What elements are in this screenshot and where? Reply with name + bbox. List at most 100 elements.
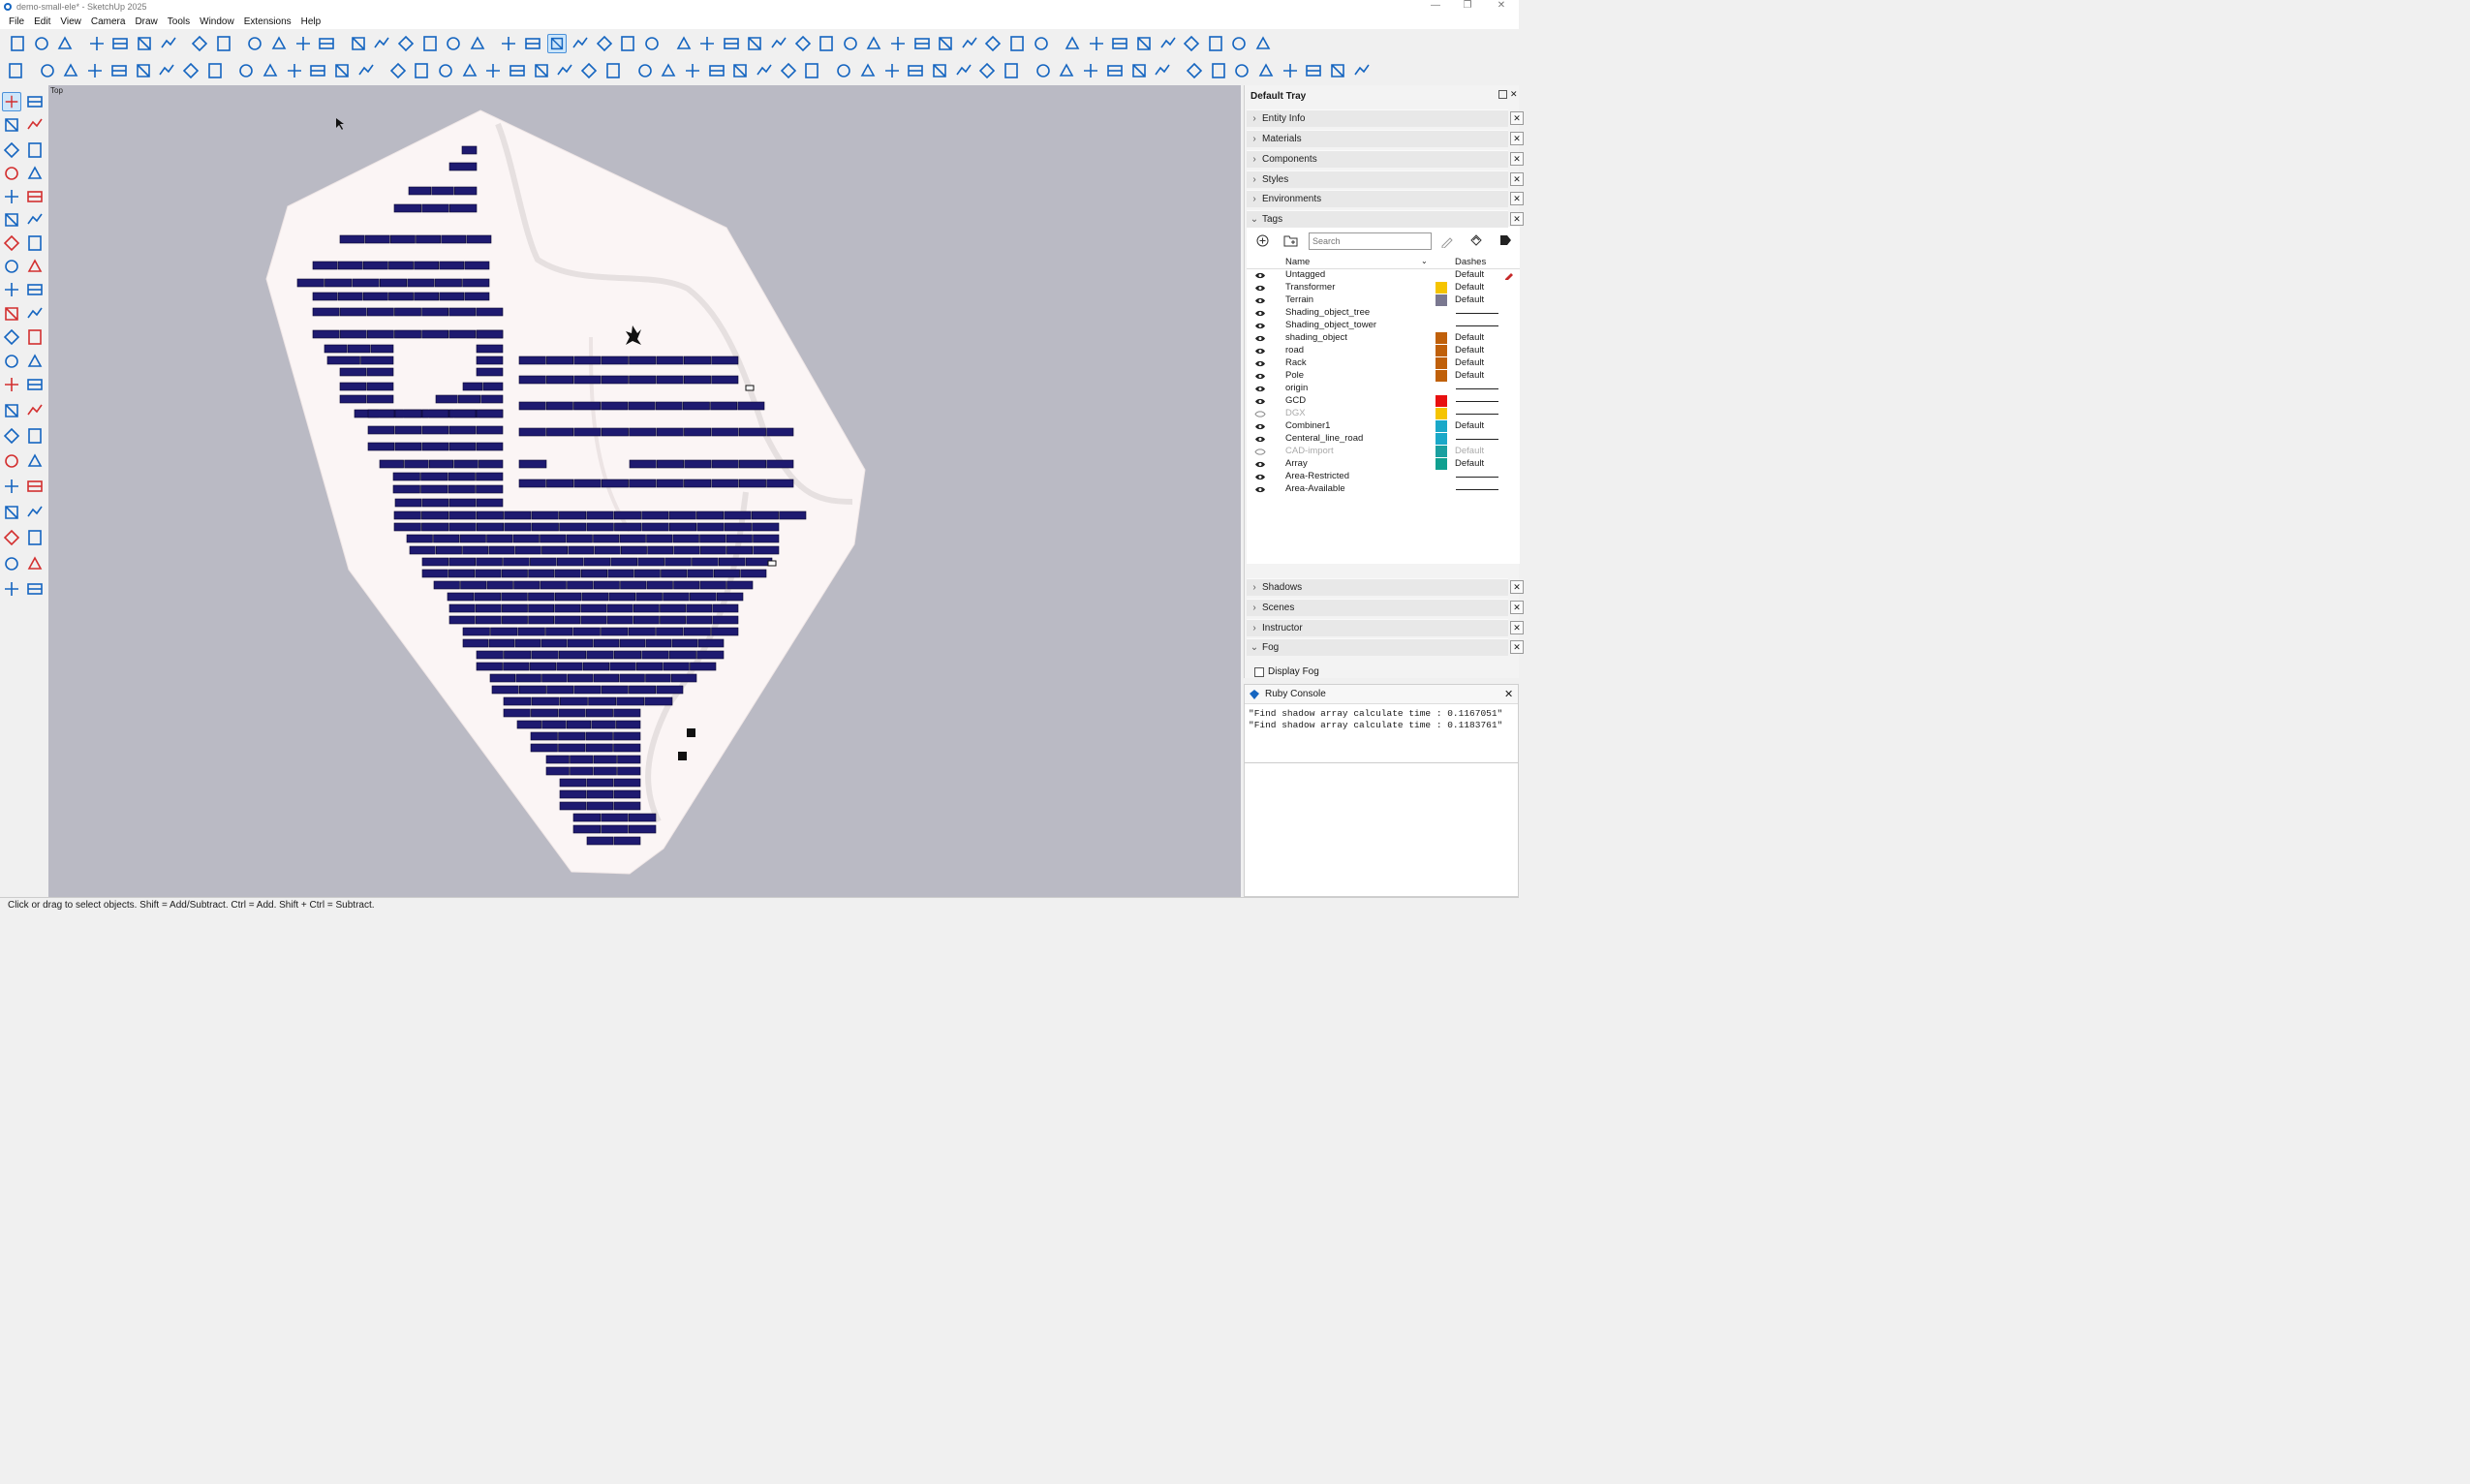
panel-components[interactable]: › Components bbox=[1247, 150, 1508, 168]
solar-table[interactable] bbox=[475, 615, 502, 625]
tag-color-swatch[interactable] bbox=[1436, 357, 1447, 369]
visibility-eye-icon[interactable] bbox=[1254, 460, 1266, 469]
tag-row[interactable]: Untagged Default bbox=[1247, 269, 1520, 282]
solar-table[interactable] bbox=[546, 375, 574, 385]
small-object[interactable] bbox=[745, 385, 755, 391]
visibility-eye-icon[interactable] bbox=[1254, 372, 1266, 381]
solar-table[interactable] bbox=[518, 685, 546, 695]
solar-table[interactable] bbox=[379, 459, 404, 469]
solar-table[interactable] bbox=[337, 292, 363, 301]
solar-table[interactable] bbox=[613, 650, 641, 660]
solar-table[interactable] bbox=[629, 459, 657, 469]
protractor-icon[interactable] bbox=[697, 34, 717, 53]
select-icon[interactable] bbox=[2, 92, 21, 111]
export-icon[interactable] bbox=[1229, 34, 1249, 53]
ruby-close-icon[interactable]: ✕ bbox=[1504, 688, 1513, 700]
stack-icon[interactable] bbox=[1185, 61, 1204, 80]
restore-button[interactable]: ❐ bbox=[1458, 0, 1477, 11]
solar-table[interactable] bbox=[476, 650, 504, 660]
solar-table[interactable] bbox=[448, 425, 477, 435]
walk-icon[interactable] bbox=[25, 503, 45, 522]
tag-dash-line[interactable] bbox=[1456, 313, 1498, 314]
drape-icon[interactable] bbox=[2, 579, 21, 599]
solar-table[interactable] bbox=[660, 615, 686, 625]
solar-table[interactable] bbox=[312, 329, 340, 339]
tag-dash-line[interactable] bbox=[1456, 439, 1498, 440]
solar-table[interactable] bbox=[360, 356, 394, 365]
solar-table[interactable] bbox=[546, 685, 574, 695]
grid-icon[interactable] bbox=[864, 34, 883, 53]
tag-row[interactable]: Shading_object_tree bbox=[1247, 307, 1520, 320]
tape-measure-icon[interactable] bbox=[642, 34, 662, 53]
solar-table[interactable] bbox=[711, 479, 739, 488]
solar-table[interactable] bbox=[339, 234, 365, 244]
solar-table[interactable] bbox=[601, 427, 629, 437]
protractor-icon[interactable] bbox=[25, 375, 45, 394]
earth-icon[interactable] bbox=[532, 61, 551, 80]
scatter-icon[interactable] bbox=[308, 61, 327, 80]
solar-table[interactable] bbox=[558, 708, 586, 718]
solar-table[interactable] bbox=[586, 789, 614, 799]
solar-table[interactable] bbox=[683, 627, 711, 636]
solar-table[interactable] bbox=[613, 801, 641, 811]
solar-table[interactable] bbox=[559, 789, 587, 799]
ambient-icon[interactable] bbox=[595, 34, 614, 53]
solar-table[interactable] bbox=[766, 479, 794, 488]
solar-table[interactable] bbox=[448, 484, 476, 494]
solar-table[interactable] bbox=[528, 592, 555, 602]
solar-table[interactable] bbox=[448, 498, 477, 508]
solar-table[interactable] bbox=[312, 261, 338, 270]
rotated-rect-icon[interactable] bbox=[25, 187, 45, 206]
panel-close-icon[interactable]: ✕ bbox=[1510, 192, 1524, 205]
rotate-icon[interactable] bbox=[2, 304, 21, 324]
solar-table[interactable] bbox=[617, 755, 641, 764]
solar-table[interactable] bbox=[448, 409, 477, 418]
panel-close-icon[interactable]: ✕ bbox=[1510, 640, 1524, 654]
solar-table[interactable] bbox=[593, 673, 620, 683]
solar-table[interactable] bbox=[546, 479, 574, 488]
solar-table[interactable] bbox=[601, 479, 629, 488]
solar-table[interactable] bbox=[347, 344, 371, 354]
solar-table[interactable] bbox=[501, 569, 528, 578]
solar-table[interactable] bbox=[586, 836, 614, 846]
zoom-extents-icon[interactable] bbox=[2, 477, 21, 496]
solar-table[interactable] bbox=[558, 731, 586, 741]
solar-table[interactable] bbox=[393, 510, 421, 520]
solar-table[interactable] bbox=[661, 569, 688, 578]
tags-dashes-header[interactable]: Dashes bbox=[1455, 257, 1486, 267]
solar-table[interactable] bbox=[388, 261, 414, 270]
rack-icon[interactable] bbox=[1158, 34, 1178, 53]
solar-table[interactable] bbox=[337, 261, 363, 270]
solar-table[interactable] bbox=[619, 673, 645, 683]
solar-table[interactable] bbox=[586, 522, 614, 532]
visibility-eye-icon[interactable] bbox=[1254, 334, 1266, 343]
solar-table[interactable] bbox=[683, 356, 711, 365]
panel-close-icon[interactable]: ✕ bbox=[1510, 580, 1524, 594]
solar-table[interactable] bbox=[554, 603, 581, 613]
solar-table[interactable] bbox=[367, 442, 395, 451]
xray-icon[interactable] bbox=[444, 34, 463, 53]
solar-table[interactable] bbox=[601, 813, 629, 822]
solar-table[interactable] bbox=[435, 394, 458, 404]
axes-icon[interactable] bbox=[745, 34, 764, 53]
solar-table[interactable] bbox=[518, 356, 546, 365]
tag-dashes[interactable]: Default bbox=[1455, 294, 1484, 305]
solar-table[interactable] bbox=[601, 685, 629, 695]
road-icon[interactable] bbox=[888, 34, 908, 53]
add-tag-folder-icon[interactable] bbox=[1283, 233, 1298, 247]
solar-table[interactable] bbox=[518, 401, 546, 411]
solar-table[interactable] bbox=[606, 603, 633, 613]
array-icon[interactable] bbox=[1007, 34, 1027, 53]
irr-icon[interactable] bbox=[977, 61, 997, 80]
lasso-icon[interactable] bbox=[25, 92, 45, 111]
solar-table[interactable] bbox=[568, 545, 595, 555]
panel-close-icon[interactable]: ✕ bbox=[1510, 601, 1524, 614]
mountain2-icon[interactable] bbox=[134, 61, 153, 80]
panel-fog[interactable]: ⌄ Fog bbox=[1247, 638, 1508, 656]
solar-table[interactable] bbox=[476, 522, 505, 532]
frame-icon[interactable] bbox=[85, 61, 105, 80]
solar-table[interactable] bbox=[528, 569, 555, 578]
arc-icon[interactable] bbox=[2, 233, 21, 253]
solar-table[interactable] bbox=[684, 479, 712, 488]
solar-table[interactable] bbox=[668, 522, 697, 532]
